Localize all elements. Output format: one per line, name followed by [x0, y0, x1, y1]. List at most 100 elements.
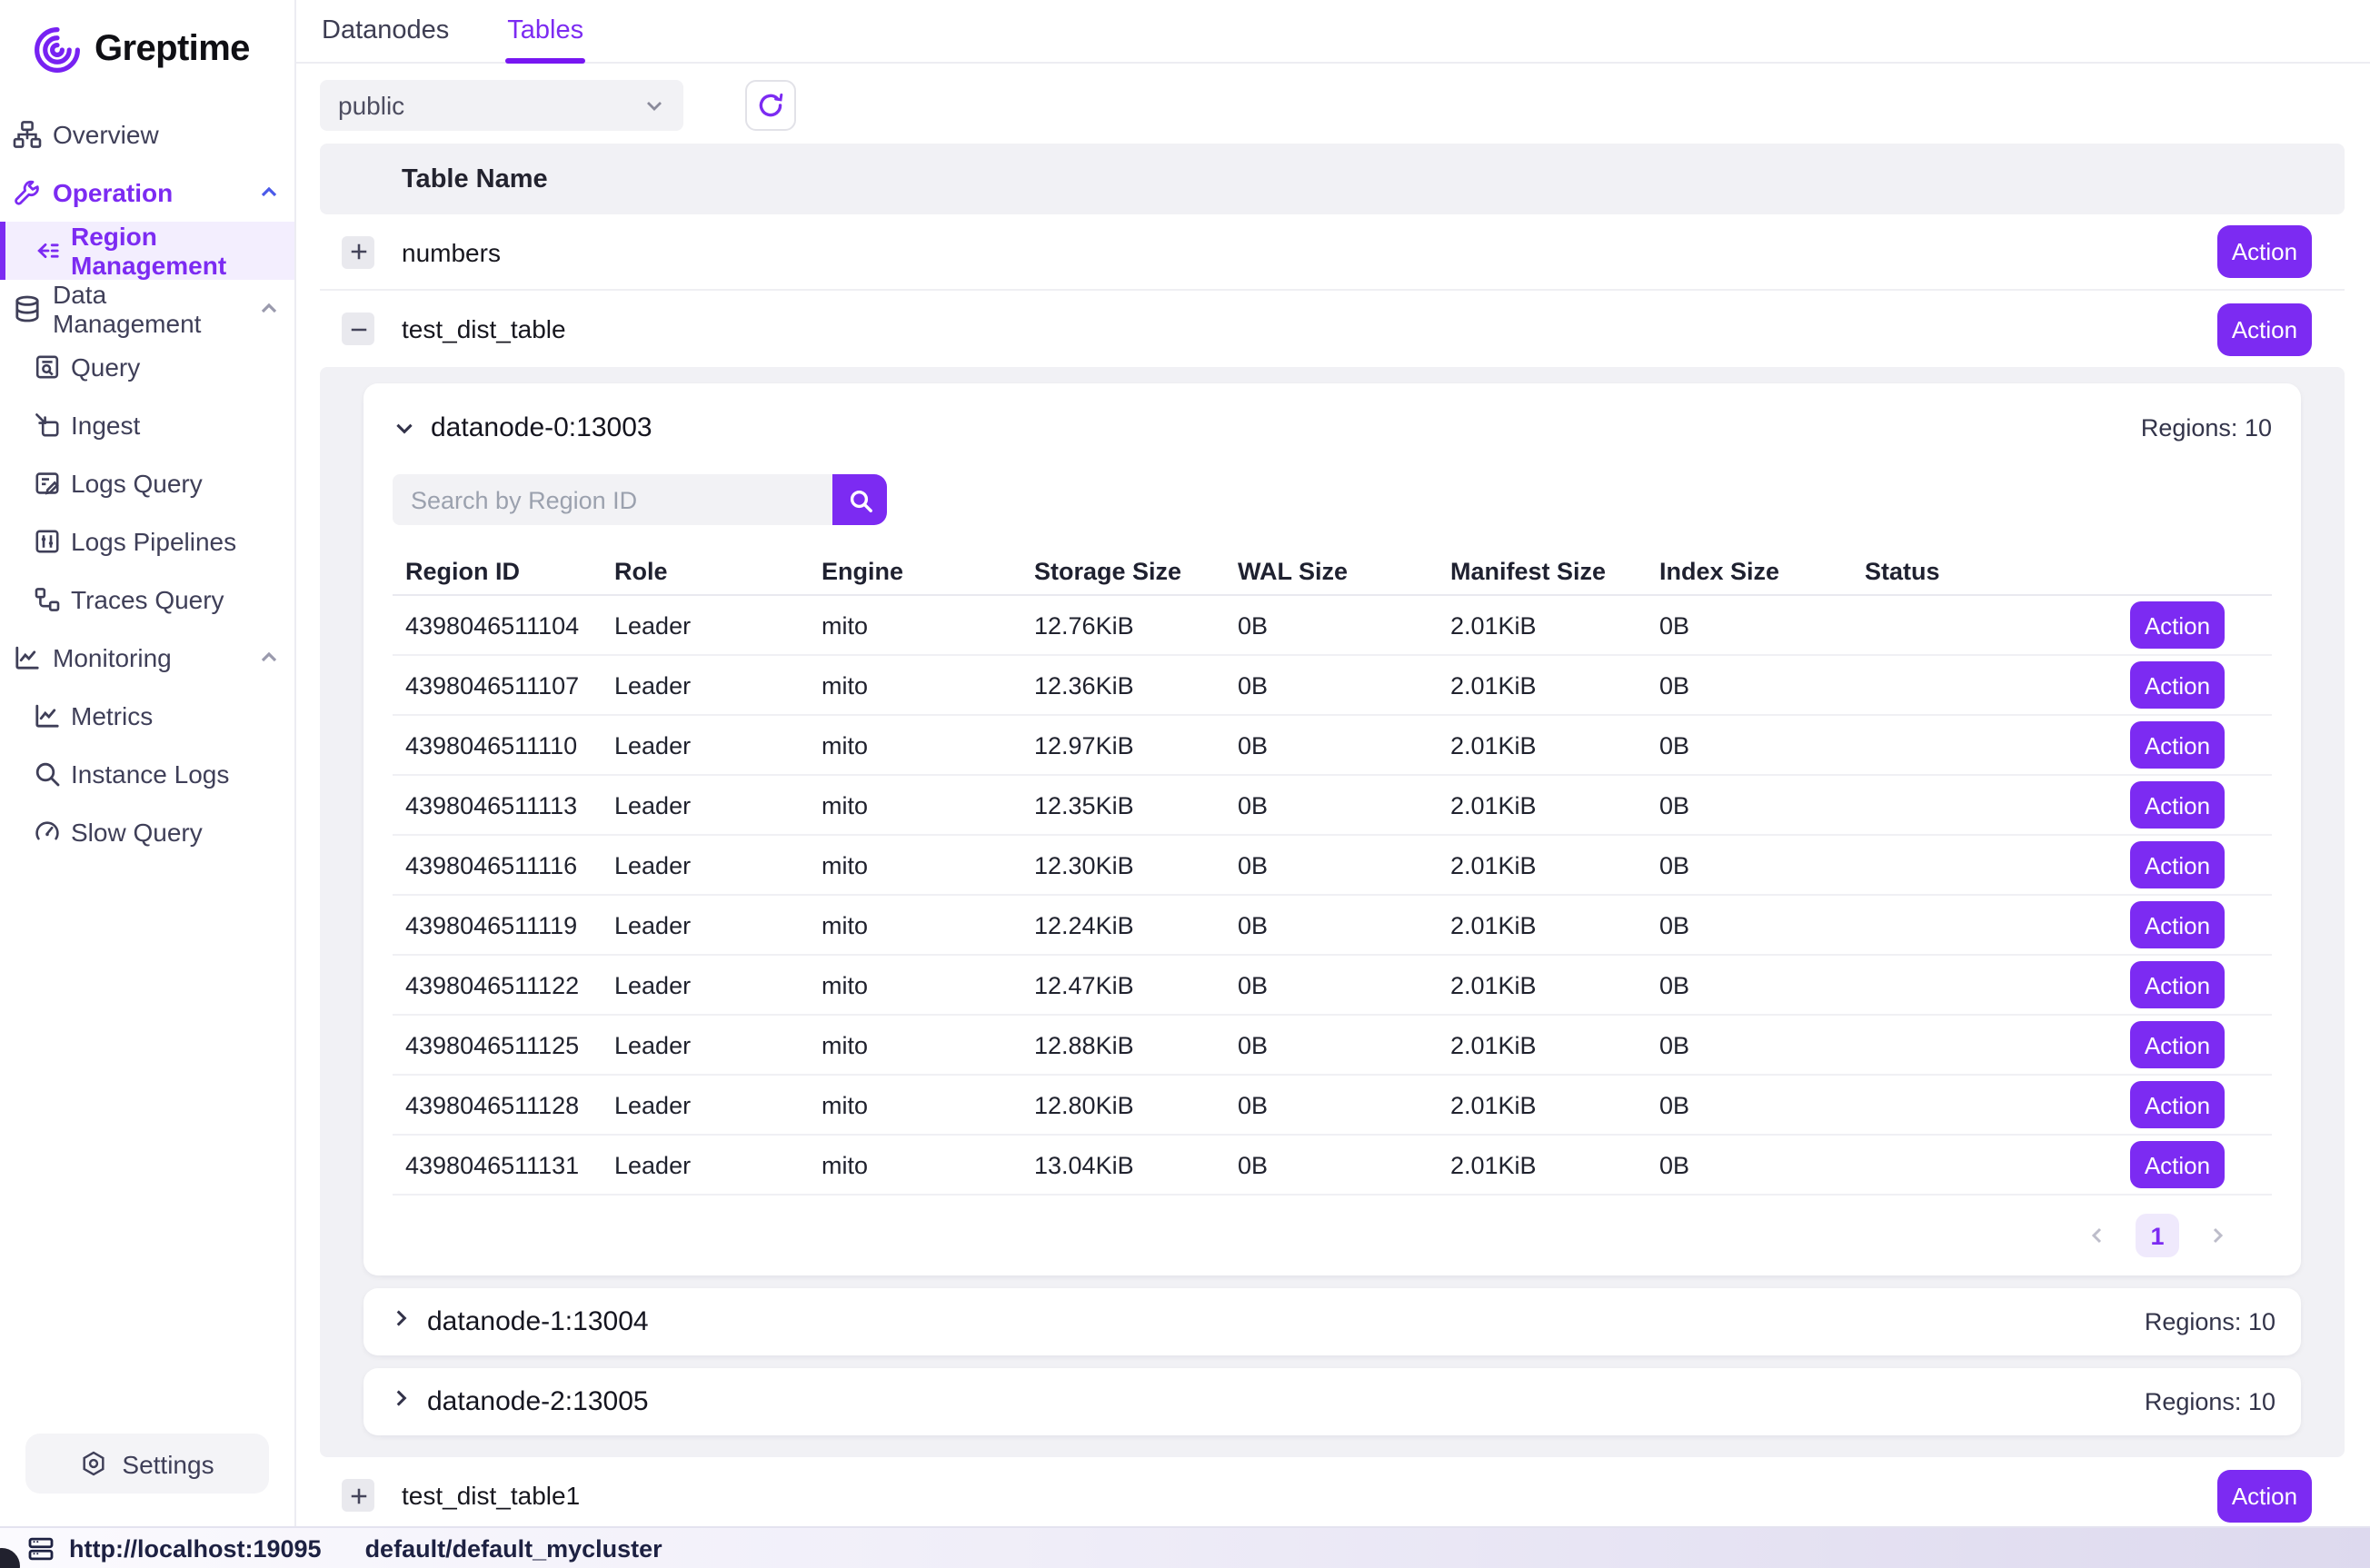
sidebar-item-label: Region Management — [71, 222, 280, 280]
tab-datanodes[interactable]: Datanodes — [320, 0, 451, 62]
sidebar-item-traces-query[interactable]: Traces Query — [0, 571, 294, 629]
action-button[interactable]: Action — [2130, 1081, 2225, 1128]
action-button[interactable]: Action — [2130, 601, 2225, 649]
role-cell: Leader — [614, 1091, 822, 1118]
chevron-right-icon — [389, 1305, 413, 1338]
region-row: 4398046511122 Leader mito 12.47KiB 0B 2.… — [393, 956, 2272, 1016]
datanode-card[interactable]: datanode-1:13004 Regions: 10 — [363, 1288, 2301, 1355]
manifest-cell: 2.01KiB — [1450, 1031, 1659, 1058]
sidebar-item-monitoring[interactable]: Monitoring — [0, 629, 294, 687]
brand-logo: Greptime — [0, 0, 294, 94]
sidebar-item-logs-pipelines[interactable]: Logs Pipelines — [0, 512, 294, 571]
settings-label: Settings — [122, 1449, 214, 1478]
table-name: numbers — [402, 237, 501, 266]
region-row: 4398046511107 Leader mito 12.36KiB 0B 2.… — [393, 656, 2272, 716]
storage-cell: 12.76KiB — [1034, 611, 1238, 639]
table-row: test_dist_table1 Action — [320, 1457, 2345, 1526]
wal-cell: 0B — [1238, 791, 1450, 819]
datanode-card[interactable]: datanode-2:13005 Regions: 10 — [363, 1368, 2301, 1435]
sidebar-item-label: Data Management — [53, 280, 247, 338]
sidebar-item-label: Logs Pipelines — [71, 527, 236, 556]
index-cell: 0B — [1659, 611, 1865, 639]
sidebar-item-label: Metrics — [71, 701, 153, 730]
action-button[interactable]: Action — [2130, 721, 2225, 769]
expand-toggle[interactable] — [342, 1479, 374, 1512]
region-row: 4398046511110 Leader mito 12.97KiB 0B 2.… — [393, 716, 2272, 776]
index-cell: 0B — [1659, 1031, 1865, 1058]
region-id-cell: 4398046511113 — [405, 791, 614, 819]
sidebar-item-label: Overview — [53, 120, 159, 149]
region-id-cell: 4398046511104 — [405, 611, 614, 639]
action-button[interactable]: Action — [2217, 303, 2312, 355]
action-button[interactable]: Action — [2217, 225, 2312, 278]
tab-tables[interactable]: Tables — [505, 0, 585, 62]
pagination-prev-icon[interactable] — [2086, 1225, 2108, 1246]
region-table: Region ID Role Engine Storage Size WAL S… — [393, 547, 2272, 1196]
database-select[interactable]: public — [320, 80, 683, 131]
region-search — [393, 474, 2272, 525]
expand-toggle[interactable] — [342, 235, 374, 268]
chevron-up-icon[interactable] — [258, 647, 280, 669]
storage-cell: 12.88KiB — [1034, 1031, 1238, 1058]
action-button[interactable]: Action — [2130, 841, 2225, 888]
brand-name: Greptime — [95, 29, 250, 71]
sidebar-item-label: Monitoring — [53, 643, 172, 672]
sidebar-item-logs-query[interactable]: Logs Query — [0, 454, 294, 512]
engine-cell: mito — [822, 1091, 1034, 1118]
plus-icon — [348, 242, 368, 262]
table-name-header: Table Name — [320, 144, 2345, 214]
storage-cell: 12.97KiB — [1034, 731, 1238, 759]
region-search-button[interactable] — [832, 474, 887, 525]
action-button[interactable]: Action — [2130, 1141, 2225, 1188]
role-cell: Leader — [614, 1031, 822, 1058]
sidebar-item-instance-logs[interactable]: Instance Logs — [0, 745, 294, 803]
chevron-up-icon[interactable] — [258, 298, 280, 320]
refresh-icon — [756, 91, 785, 120]
main-area: Datanodes Tables public — [296, 0, 2370, 1526]
region-search-input[interactable] — [393, 474, 832, 525]
role-cell: Leader — [614, 971, 822, 998]
manifest-cell: 2.01KiB — [1450, 1151, 1659, 1178]
collapse-toggle[interactable] — [342, 313, 374, 345]
engine-cell: mito — [822, 1031, 1034, 1058]
sidebar-item-metrics[interactable]: Metrics — [0, 687, 294, 745]
magnifier-icon — [33, 759, 62, 789]
action-button[interactable]: Action — [2130, 661, 2225, 709]
index-cell: 0B — [1659, 671, 1865, 699]
chevron-up-icon[interactable] — [258, 182, 280, 203]
sidebar-item-region-management[interactable]: Region Management — [0, 222, 294, 280]
sidebar-item-operation[interactable]: Operation — [0, 164, 294, 222]
sidebar-item-data-management[interactable]: Data Management — [0, 280, 294, 338]
chart-line-icon — [33, 701, 62, 730]
endpoint-url: http://localhost:19095 — [69, 1534, 322, 1562]
sidebar-item-query[interactable]: Query — [0, 338, 294, 396]
sidebar-item-slow-query[interactable]: Slow Query — [0, 803, 294, 861]
settings-button[interactable]: Settings — [25, 1434, 269, 1494]
datanode-header[interactable]: datanode-0:13003 Regions: 10 — [393, 394, 2272, 460]
refresh-button[interactable] — [745, 80, 796, 131]
sidebar-item-overview[interactable]: Overview — [0, 105, 294, 164]
action-button[interactable]: Action — [2130, 1021, 2225, 1068]
toolbar: public — [320, 64, 2345, 144]
pagination-next-icon[interactable] — [2206, 1225, 2228, 1246]
action-button[interactable]: Action — [2217, 1469, 2312, 1522]
pagination-page-1[interactable]: 1 — [2136, 1214, 2179, 1257]
tab-label: Datanodes — [322, 16, 449, 45]
region-row: 4398046511128 Leader mito 12.80KiB 0B 2.… — [393, 1076, 2272, 1136]
action-button[interactable]: Action — [2130, 961, 2225, 1008]
document-edit-icon — [33, 469, 62, 498]
region-table-header: Region ID Role Engine Storage Size WAL S… — [393, 547, 2272, 596]
wal-cell: 0B — [1238, 1091, 1450, 1118]
action-button[interactable]: Action — [2130, 781, 2225, 829]
sidebar-item-ingest[interactable]: Ingest — [0, 396, 294, 454]
action-button[interactable]: Action — [2130, 901, 2225, 948]
index-cell: 0B — [1659, 1091, 1865, 1118]
storage-cell: 12.36KiB — [1034, 671, 1238, 699]
engine-cell: mito — [822, 851, 1034, 878]
manifest-cell: 2.01KiB — [1450, 671, 1659, 699]
ingest-arrow-icon — [33, 411, 62, 440]
col-status: Status — [1865, 557, 2130, 584]
search-icon — [846, 486, 873, 513]
region-id-cell: 4398046511107 — [405, 671, 614, 699]
trace-tree-icon — [33, 585, 62, 614]
